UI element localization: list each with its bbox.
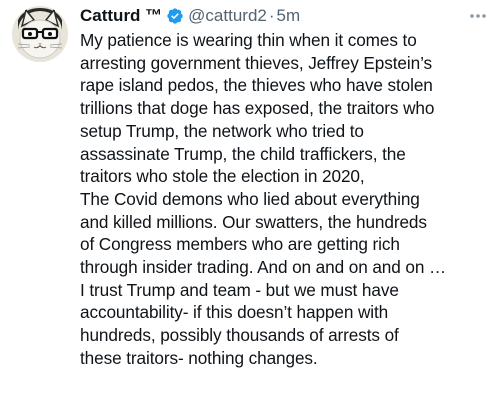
author-handle[interactable]: @catturd2 [188, 4, 267, 28]
header-separator: · [268, 6, 275, 25]
tweet-text-line: I trust Trump and team - but we must hav… [80, 279, 399, 300]
tweet-text: My patience is wearing thin when it come… [80, 29, 490, 370]
tweet-text-line: and killed millions. Our swatters, the h… [80, 211, 427, 232]
cat-avatar-icon [12, 6, 68, 62]
tweet-text-line: hundreds, possibly thousands of arrests … [80, 325, 399, 346]
tweet-text-line: traitors who stole the election in 2020, [80, 166, 365, 187]
tweet-card[interactable]: Catturd ™ @catturd2 · 5m My patience is … [0, 0, 500, 400]
tweet-text-line: of Congress members who are getting rich [80, 234, 400, 255]
tweet-text-line: assassinate Trump, the child traffickers… [80, 143, 406, 164]
tweet-text-line: arresting government thieves, Jeffrey Ep… [80, 52, 432, 73]
more-options-button[interactable] [466, 8, 490, 24]
author-display-name[interactable]: Catturd ™ [80, 4, 162, 28]
tweet-text-line: The Covid demons who lied about everythi… [80, 188, 420, 209]
more-dots-icon [470, 14, 486, 18]
tweet-text-line: rape island pedos, the thieves who have … [80, 75, 433, 96]
tweet-text-line: My patience is wearing thin when it come… [80, 30, 417, 50]
tweet-timestamp[interactable]: 5m [277, 4, 301, 28]
tweet-text-line: setup Trump, the network who tried to [80, 120, 364, 141]
tweet-header: Catturd ™ @catturd2 · 5m [80, 4, 460, 28]
tweet-text-line: these traitors- nothing changes. [80, 347, 318, 368]
tweet-text-line: accountability- if this doesn’t happen w… [80, 302, 389, 323]
author-avatar[interactable] [12, 6, 68, 62]
verified-badge-icon [166, 7, 184, 25]
tweet-text-line: through insider trading. And on and on a… [80, 257, 447, 278]
tweet-text-line: trillions that doge has exposed, the tra… [80, 98, 435, 119]
